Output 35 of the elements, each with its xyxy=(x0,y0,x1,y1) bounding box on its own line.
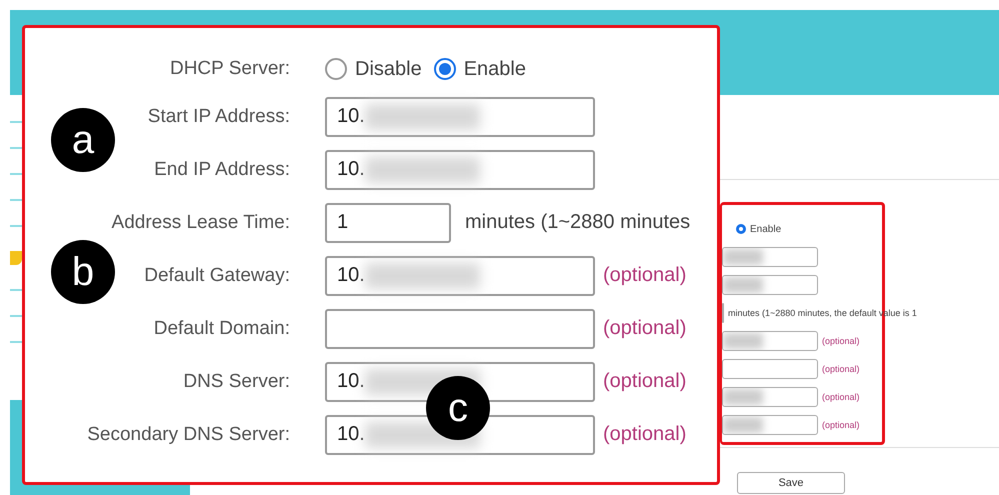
optional-hint: (optional) xyxy=(822,336,860,346)
radio-button[interactable] xyxy=(736,224,746,234)
radio-label: Disable xyxy=(355,58,422,80)
optional-hint: (optional) xyxy=(822,392,860,402)
input-field[interactable] xyxy=(722,387,818,407)
optional-hint: (optional) xyxy=(603,370,686,393)
input-field[interactable] xyxy=(325,308,595,348)
input-field[interactable]: 10. xyxy=(325,150,595,190)
radio-button[interactable] xyxy=(325,58,347,80)
field-label: Default Domain: xyxy=(154,318,290,340)
field-label: Address Lease Time: xyxy=(112,212,290,234)
input-field[interactable]: 10. xyxy=(325,256,595,296)
field-label: Default Gateway: xyxy=(144,264,290,286)
optional-hint: (optional) xyxy=(603,264,686,287)
input-field[interactable] xyxy=(722,275,818,295)
radio-label: Enable xyxy=(750,224,782,234)
input-field[interactable] xyxy=(722,247,818,267)
save-button[interactable]: Save xyxy=(737,472,845,494)
radio-button[interactable] xyxy=(434,58,456,80)
input-field[interactable]: 10. xyxy=(325,96,595,136)
optional-hint: (optional) xyxy=(603,317,686,340)
optional-hint: (optional) xyxy=(603,423,686,446)
field-label: DNS Server: xyxy=(183,370,290,392)
optional-hint: (optional) xyxy=(822,364,860,374)
field-label: Secondary DNS Server: xyxy=(87,424,290,446)
input-field[interactable] xyxy=(722,359,818,379)
input-field[interactable] xyxy=(722,331,818,351)
field-label: End IP Address: xyxy=(154,158,290,180)
input-field[interactable] xyxy=(722,415,818,435)
optional-hint: (optional) xyxy=(822,420,860,430)
field-label: DHCP Server: xyxy=(170,58,290,80)
radio-label: Enable xyxy=(464,58,526,80)
hint-text: minutes (1~2880 minutes xyxy=(465,211,690,234)
input-field[interactable]: 1 xyxy=(325,202,451,242)
field-label: Start IP Address: xyxy=(148,106,290,128)
